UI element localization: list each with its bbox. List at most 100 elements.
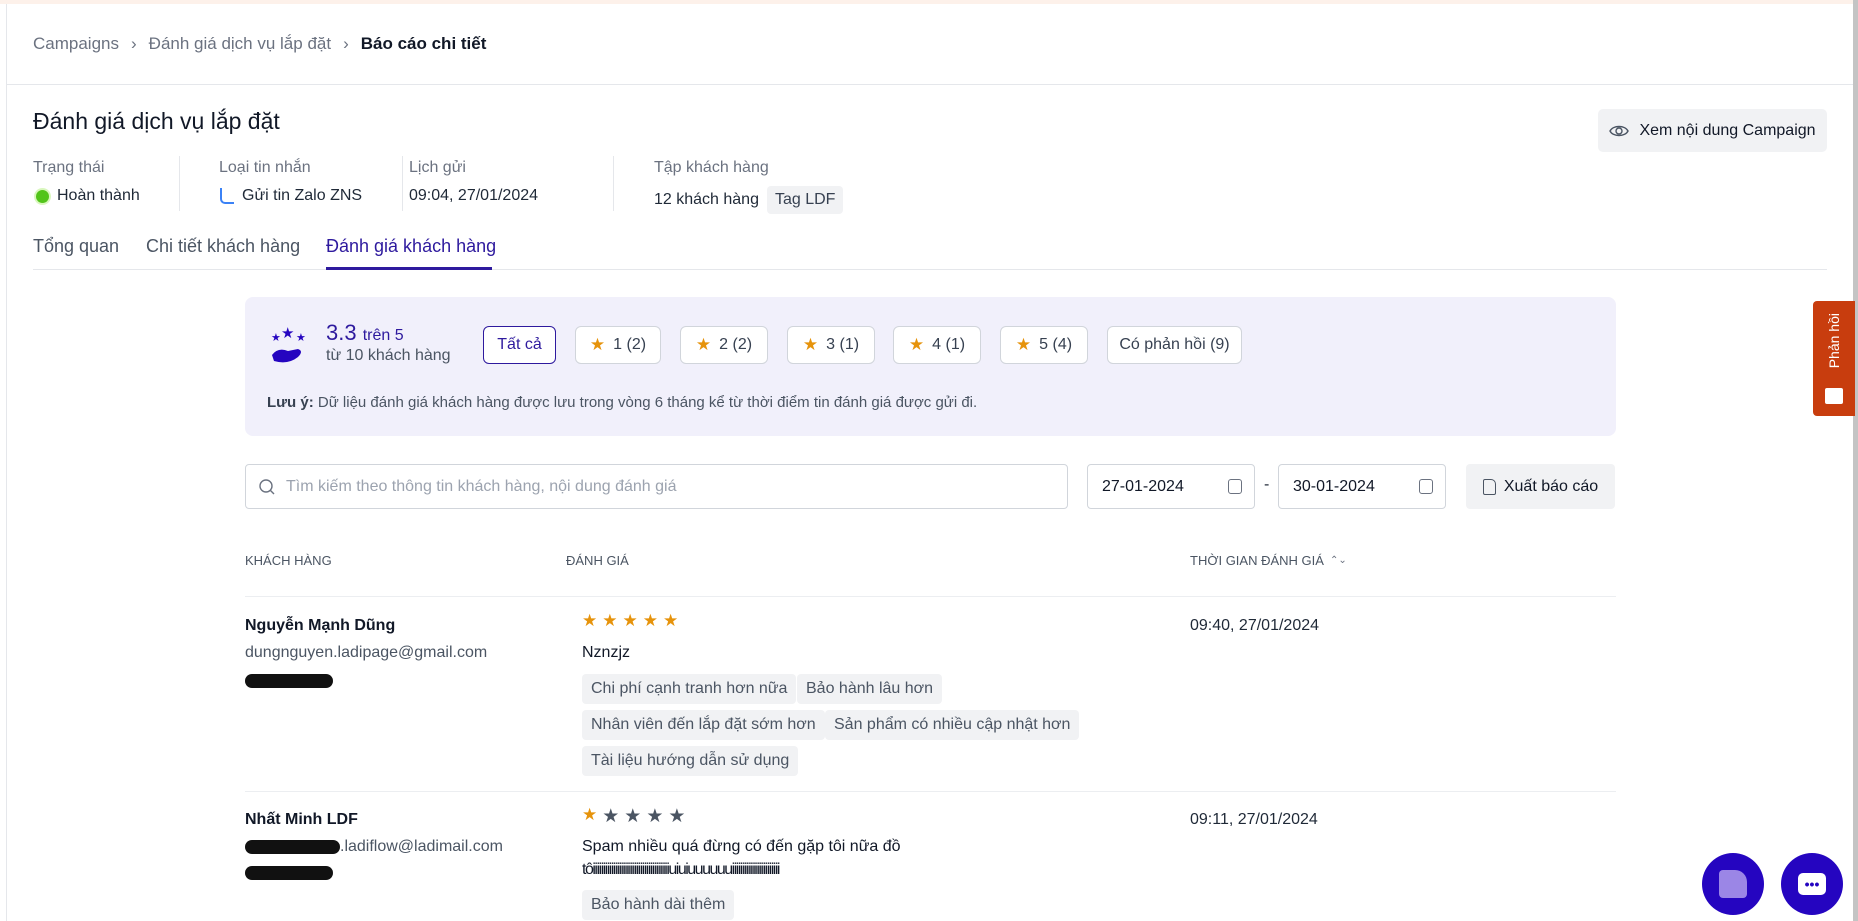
star-empty-icon: ★ [668, 806, 686, 827]
star-icon: ★ [589, 335, 606, 354]
filter-label: Có phản hồi (9) [1119, 336, 1230, 353]
filter-label: 4 (1) [932, 336, 966, 353]
date-separator: - [1264, 476, 1270, 493]
rating-time: 09:40, 27/01/2024 [1190, 617, 1320, 634]
filter-2-star[interactable]: ★ 2 (2) [680, 326, 768, 364]
star-empty-icon: ★ [624, 806, 642, 827]
divider [613, 156, 614, 211]
rating-time: 09:11, 27/01/2024 [1190, 811, 1318, 828]
tabs-divider [33, 269, 1827, 270]
zalo-icon [220, 188, 234, 204]
audience-label: Tập khách hàng [654, 159, 769, 176]
rating-tag: Sản phẩm có nhiều cập nhật hơn [825, 710, 1080, 740]
export-label: Xuất báo cáo [1503, 477, 1599, 495]
scrollbar[interactable] [1853, 0, 1858, 921]
header-label: THỜI GIAN ĐÁNH GIÁ [1190, 553, 1324, 568]
column-header-time[interactable]: THỜI GIAN ĐÁNH GIÁ ⌃⌄ [1190, 553, 1347, 568]
row-divider [245, 791, 1616, 792]
rating-stars-hand-icon: ★ ★ ★ [271, 325, 306, 363]
chevron-right-icon: › [343, 34, 349, 53]
breadcrumb-campaign[interactable]: Đánh giá dịch vụ lắp đặt [149, 34, 331, 54]
filter-has-feedback[interactable]: Có phản hồi (9) [1107, 326, 1242, 364]
view-campaign-label: Xem nội dung Campaign [1639, 121, 1816, 139]
calendar-icon [1419, 479, 1433, 494]
schedule-label: Lịch gửi [409, 159, 466, 176]
file-export-icon [1482, 478, 1496, 495]
status-dot-icon [36, 189, 49, 203]
rating-tag: Nhân viên đến lắp đặt sớm hơn [582, 710, 825, 740]
filter-5-star[interactable]: ★ 5 (4) [1000, 326, 1088, 364]
rating-tag: Bảo hành lâu hơn [797, 674, 943, 704]
status-text: Hoàn thành [57, 187, 140, 204]
note-text: Dữ liệu đánh giá khách hàng được lưu tro… [317, 394, 978, 411]
audience-value: 12 khách hàng Tag LDF [654, 186, 844, 214]
rating-comment-continued: tôiiiiiiiiiiiiiiiiiiiiiiiiiiiiiiiiiiiiiu… [582, 861, 780, 878]
average-score: 3.3 trên 5 [326, 320, 404, 346]
score-value: 3.3 [326, 320, 357, 345]
tab-customer-details[interactable]: Chi tiết khách hàng [146, 236, 300, 257]
rating-stars: ★ ★ ★ ★ ★ [582, 611, 678, 631]
email-domain: .ladiflow@ladimail.com [340, 838, 503, 855]
star-icon: ★ [642, 611, 658, 630]
type-text: Gửi tin Zalo ZNS [242, 187, 363, 204]
star-icon: ★ [582, 611, 598, 630]
filter-all[interactable]: Tất cả [483, 326, 556, 364]
feedback-label: Phản hồi [1826, 313, 1842, 369]
redacted-phone [245, 674, 333, 688]
star-icon: ★ [802, 335, 819, 354]
customer-name: Nhất Minh LDF [245, 811, 358, 828]
rating-tag: Tài liệu hướng dẫn sử dụng [582, 746, 799, 776]
page-title: Đánh giá dịch vụ lắp đặt [33, 108, 280, 134]
customer-email: dungnguyen.ladipage@gmail.com [245, 644, 488, 661]
audience-tag: Tag LDF [766, 186, 844, 214]
rating-tag: Chi phí cạnh tranh hơn nữa [582, 674, 797, 704]
search-field[interactable] [245, 464, 1068, 509]
filter-label: 1 (2) [613, 336, 647, 353]
star-icon: ★ [663, 611, 679, 630]
rating-tag: Bảo hành dài thêm [582, 890, 735, 920]
status-label: Trạng thái [33, 159, 105, 176]
star-empty-icon: ★ [646, 806, 664, 827]
header-label: ĐÁNH GIÁ [566, 553, 629, 568]
filter-3-star[interactable]: ★ 3 (1) [787, 326, 875, 364]
redacted-phone [245, 866, 333, 880]
divider [402, 156, 403, 211]
view-campaign-button[interactable]: Xem nội dung Campaign [1598, 109, 1827, 152]
breadcrumb-campaigns[interactable]: Campaigns [33, 34, 119, 54]
date-to-picker[interactable]: 30-01-2024 [1278, 464, 1446, 509]
notes-fab[interactable] [1702, 853, 1764, 915]
chevron-right-icon: › [131, 34, 137, 53]
star-icon: ★ [582, 805, 598, 824]
star-icon: ★ [1015, 335, 1032, 354]
customer-email: .ladiflow@ladimail.com [245, 838, 503, 856]
filter-1-star[interactable]: ★ 1 (2) [575, 326, 661, 364]
star-icon: ★ [602, 611, 618, 630]
top-strip [0, 0, 1858, 4]
note-icon [1719, 870, 1747, 898]
filter-4-star[interactable]: ★ 4 (1) [893, 326, 981, 364]
svg-text:★: ★ [296, 332, 306, 344]
search-input[interactable] [286, 477, 1046, 496]
rating-summary [245, 297, 1616, 436]
sort-icon[interactable]: ⌃⌄ [1330, 555, 1347, 566]
export-report-button[interactable]: Xuất báo cáo [1466, 464, 1615, 509]
star-empty-icon: ★ [602, 806, 620, 827]
smiley-icon [1825, 388, 1843, 404]
chat-icon: ••• [1798, 873, 1826, 895]
feedback-tab[interactable]: Phản hồi [1813, 301, 1855, 416]
date-from-value: 27-01-2024 [1102, 477, 1184, 495]
redacted-email-prefix [245, 840, 340, 854]
column-header-customer: KHÁCH HÀNG [245, 553, 332, 568]
row-divider [245, 596, 1616, 597]
column-header-rating: ĐÁNH GIÁ [566, 553, 629, 568]
search-icon [259, 478, 275, 494]
schedule-value: 09:04, 27/01/2024 [409, 187, 539, 204]
tab-overview[interactable]: Tổng quan [33, 236, 119, 257]
calendar-icon [1228, 479, 1242, 494]
date-from-picker[interactable]: 27-01-2024 [1087, 464, 1255, 509]
header-label: KHÁCH HÀNG [245, 553, 332, 568]
chat-fab[interactable]: ••• [1781, 853, 1843, 915]
header-divider [7, 84, 1853, 85]
breadcrumb: Campaigns › Đánh giá dịch vụ lắp đặt › B… [33, 34, 486, 54]
tab-customer-ratings[interactable]: Đánh giá khách hàng [326, 236, 496, 257]
